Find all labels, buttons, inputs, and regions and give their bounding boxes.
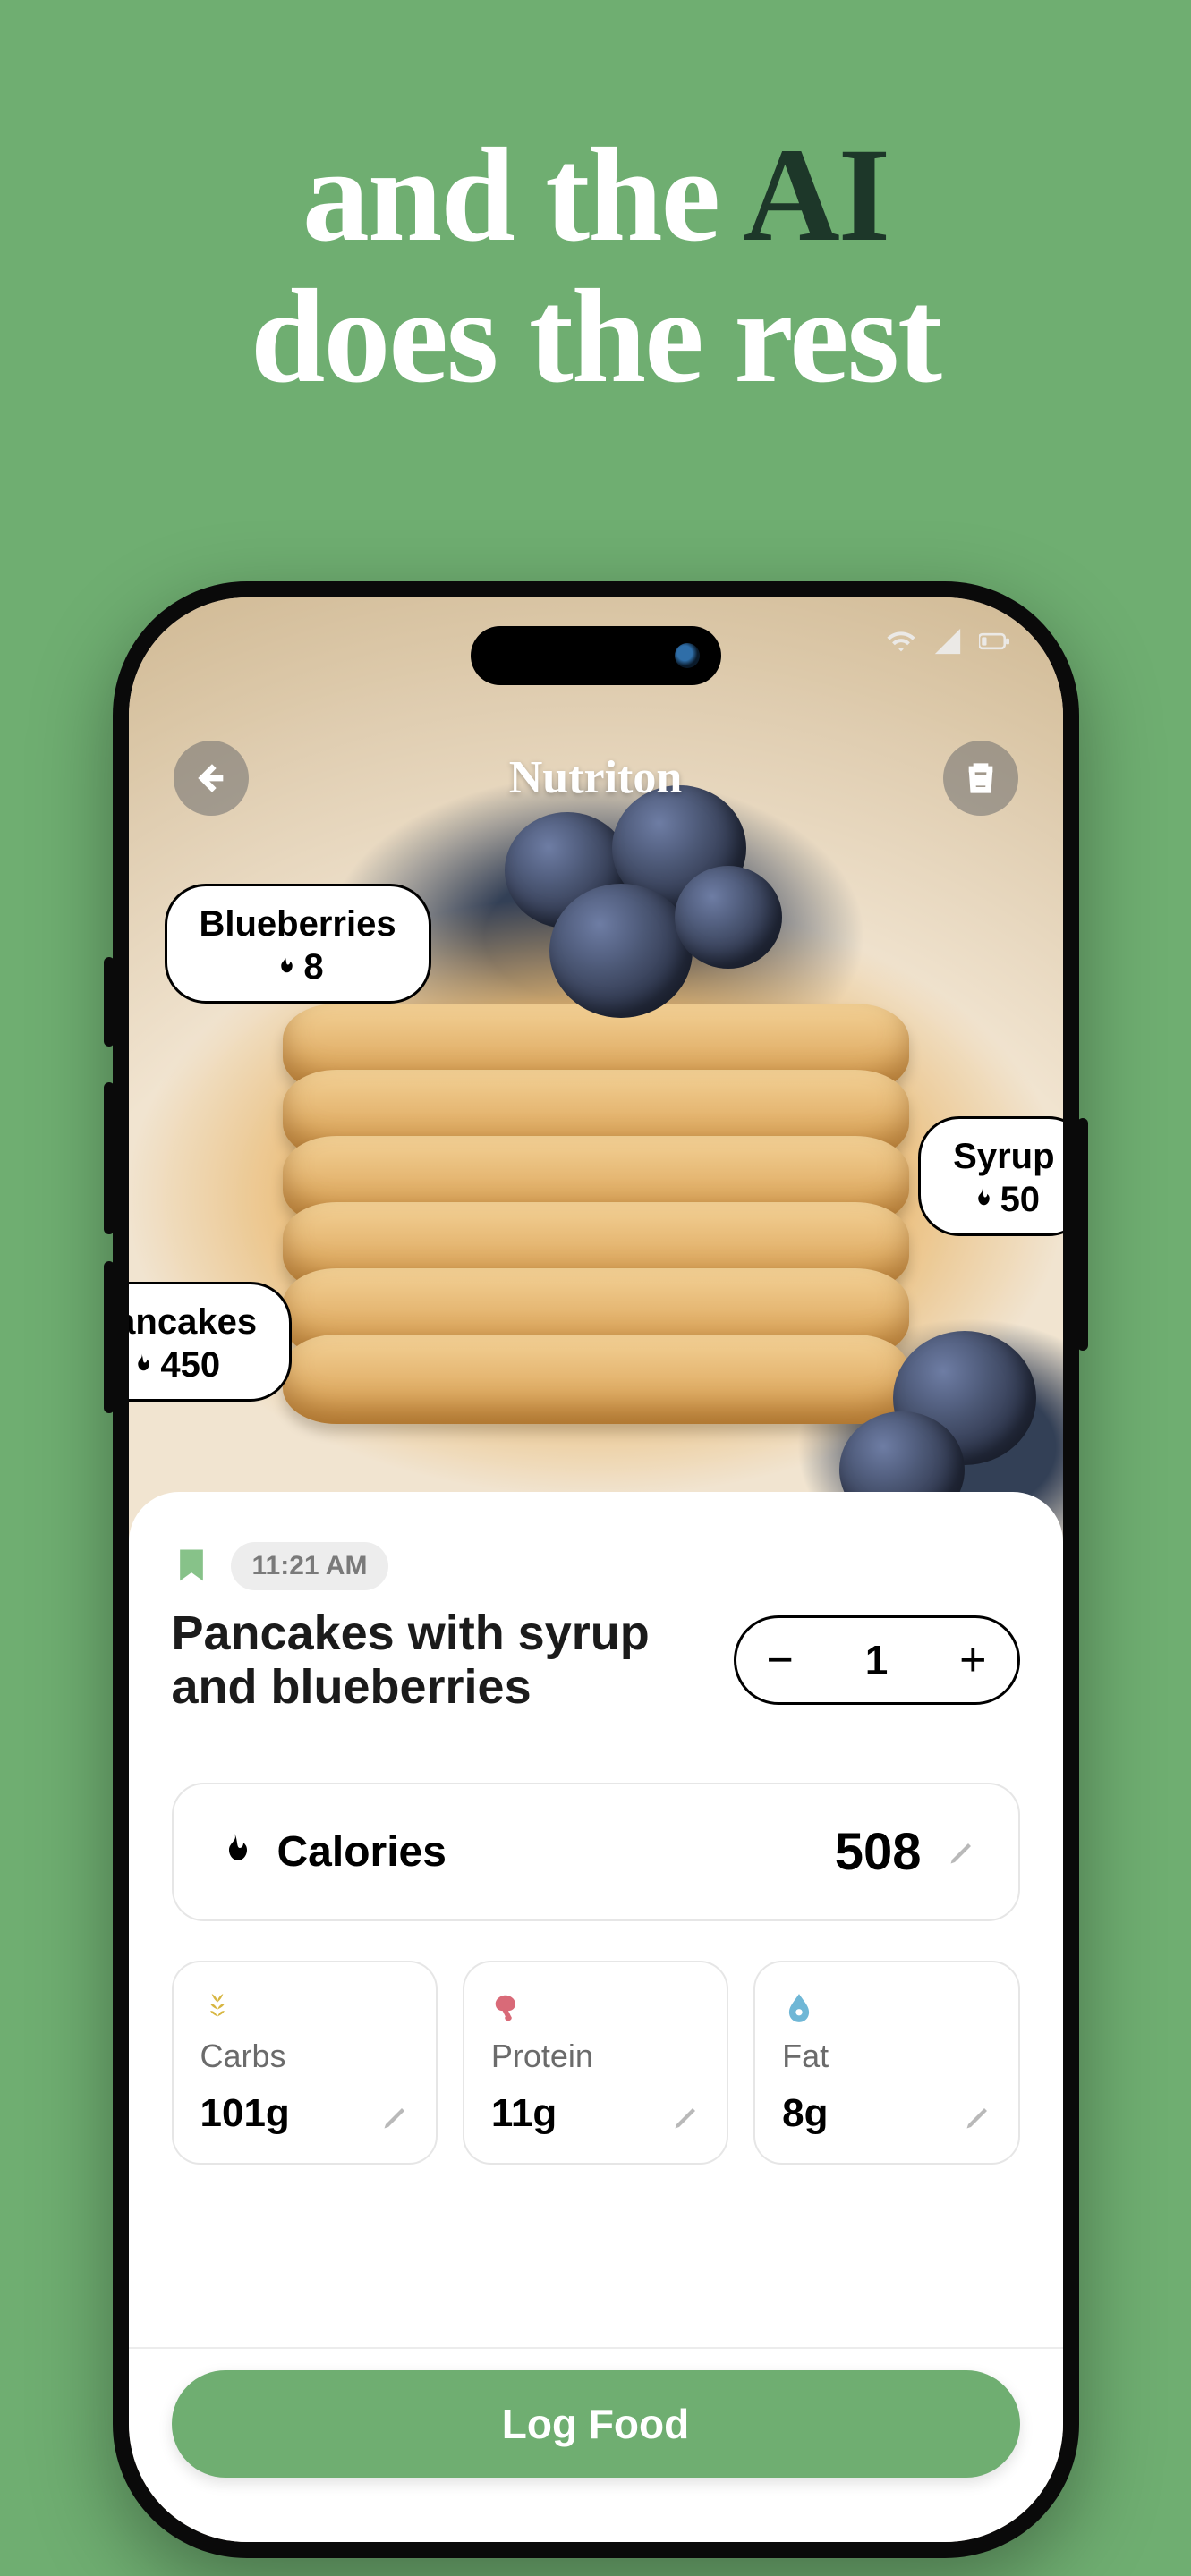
delete-button[interactable]: [943, 741, 1018, 816]
flame-icon: [968, 1186, 995, 1213]
detection-label: Blueberries: [200, 904, 396, 944]
flame-icon: [271, 953, 298, 980]
detection-calories: 450: [160, 1345, 220, 1385]
detection-pancakes[interactable]: Pancakes 450: [129, 1282, 293, 1402]
divider: [129, 2347, 1063, 2349]
cellular-icon: [932, 626, 963, 657]
calories-card[interactable]: Calories 508: [172, 1783, 1020, 1921]
entry-timestamp: 11:21 AM: [231, 1542, 389, 1590]
quantity-stepper: − 1 +: [734, 1615, 1020, 1705]
edit-icon[interactable]: [963, 2100, 995, 2132]
trash-icon: [963, 760, 999, 796]
droplet-icon: [782, 1991, 991, 2025]
log-food-button[interactable]: Log Food: [172, 2370, 1020, 2478]
macro-value: 8g: [782, 2091, 991, 2136]
edit-icon[interactable]: [380, 2100, 413, 2132]
wifi-icon: [886, 626, 916, 657]
status-bar: [886, 626, 1009, 657]
log-food-label: Log Food: [502, 2400, 689, 2448]
increment-button[interactable]: +: [959, 1637, 986, 1683]
detection-calories: 50: [1000, 1180, 1041, 1219]
decrement-button[interactable]: −: [767, 1637, 794, 1683]
details-sheet: 11:21 AM Pancakes with syrup and blueber…: [129, 1492, 1063, 2542]
detection-blueberries[interactable]: Blueberries 8: [165, 884, 431, 1004]
macro-label: Carbs: [200, 2038, 409, 2075]
screen-title: Nutriton: [129, 751, 1063, 804]
detection-calories: 8: [303, 947, 323, 987]
macro-value: 11g: [491, 2091, 700, 2136]
phone-volume-down: [104, 1261, 115, 1413]
edit-icon[interactable]: [671, 2100, 703, 2132]
hero-text: and the AI does the rest: [0, 125, 1191, 407]
fat-card[interactable]: Fat 8g: [753, 1961, 1019, 2165]
detection-syrup[interactable]: Syrup 50: [918, 1116, 1062, 1236]
hero-ai: AI: [743, 121, 889, 269]
phone-screen: Nutriton Blueberries 8 Syrup 50 Pancakes…: [129, 597, 1063, 2542]
dynamic-island: [471, 626, 721, 685]
flame-icon: [129, 1352, 156, 1378]
flame-icon: [213, 1830, 256, 1873]
battery-icon: [979, 626, 1009, 657]
macro-label: Protein: [491, 2038, 700, 2075]
detection-label: Pancakes: [129, 1302, 258, 1342]
macro-label: Fat: [782, 2038, 991, 2075]
calories-label: Calories: [277, 1827, 447, 1877]
detection-label: Syrup: [953, 1137, 1054, 1176]
bookmark-button[interactable]: [172, 1545, 211, 1589]
hero-line1-pre: and the: [302, 121, 744, 269]
phone-power-button: [1077, 1118, 1088, 1351]
edit-icon[interactable]: [947, 1835, 979, 1868]
phone-volume-up: [104, 1082, 115, 1234]
phone-frame: Nutriton Blueberries 8 Syrup 50 Pancakes…: [113, 581, 1079, 2558]
macro-value: 101g: [200, 2091, 409, 2136]
carbs-card[interactable]: Carbs 101g: [172, 1961, 438, 2165]
protein-card[interactable]: Protein 11g: [463, 1961, 728, 2165]
food-photo: [129, 597, 1063, 1563]
calories-value: 508: [835, 1822, 922, 1882]
quantity-value: 1: [865, 1636, 889, 1684]
hero-line2: does the rest: [251, 262, 940, 411]
meat-icon: [491, 1991, 700, 2025]
phone-side-button: [104, 957, 115, 1046]
bookmark-icon: [172, 1545, 211, 1584]
wheat-icon: [200, 1991, 409, 2025]
food-title: Pancakes with syrup and blueberries: [172, 1606, 673, 1715]
